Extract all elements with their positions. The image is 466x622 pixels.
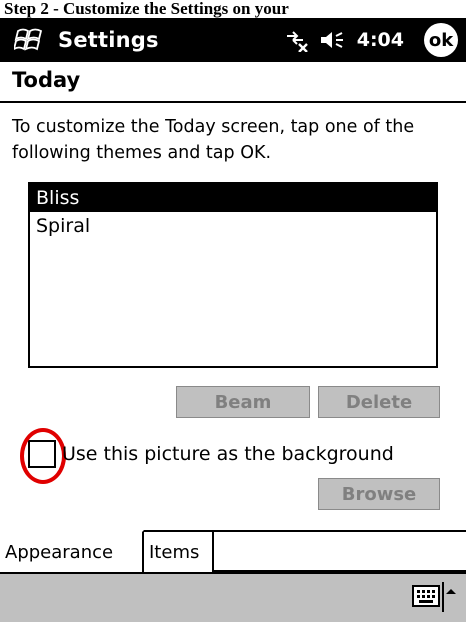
theme-list[interactable]: Bliss Spiral <box>28 182 438 368</box>
delete-button[interactable]: Delete <box>318 386 440 418</box>
connectivity-icon[interactable] <box>283 28 309 52</box>
beam-button[interactable]: Beam <box>176 386 310 418</box>
ok-button[interactable]: ok <box>424 23 458 57</box>
tab-items[interactable]: Items <box>144 530 214 572</box>
background-checkbox[interactable] <box>28 440 56 468</box>
titlebar: Settings 4:04 ok <box>0 18 466 62</box>
clock[interactable]: 4:04 <box>357 29 404 51</box>
menu-bar <box>0 572 466 622</box>
tab-strip: Appearance Items <box>0 530 466 572</box>
status-area: 4:04 ok <box>283 23 458 57</box>
app-title: Settings <box>58 28 159 52</box>
windows-start-icon[interactable] <box>12 23 50 57</box>
page-title: Today <box>12 68 81 92</box>
title-divider <box>0 101 466 103</box>
input-panel-arrow-icon[interactable] <box>442 582 460 612</box>
instructions-text: To customize the Today screen, tap one o… <box>12 117 415 163</box>
theme-item-bliss[interactable]: Bliss <box>30 184 436 212</box>
speaker-icon[interactable] <box>319 29 345 51</box>
theme-item-spiral[interactable]: Spiral <box>30 212 436 240</box>
browse-button[interactable]: Browse <box>318 478 440 510</box>
tab-appearance[interactable]: Appearance <box>0 530 144 572</box>
document-caption: Step 2 - Customize the Settings on your <box>0 0 466 18</box>
background-checkbox-label[interactable]: Use this picture as the background <box>62 440 394 468</box>
keyboard-icon[interactable] <box>412 585 440 607</box>
